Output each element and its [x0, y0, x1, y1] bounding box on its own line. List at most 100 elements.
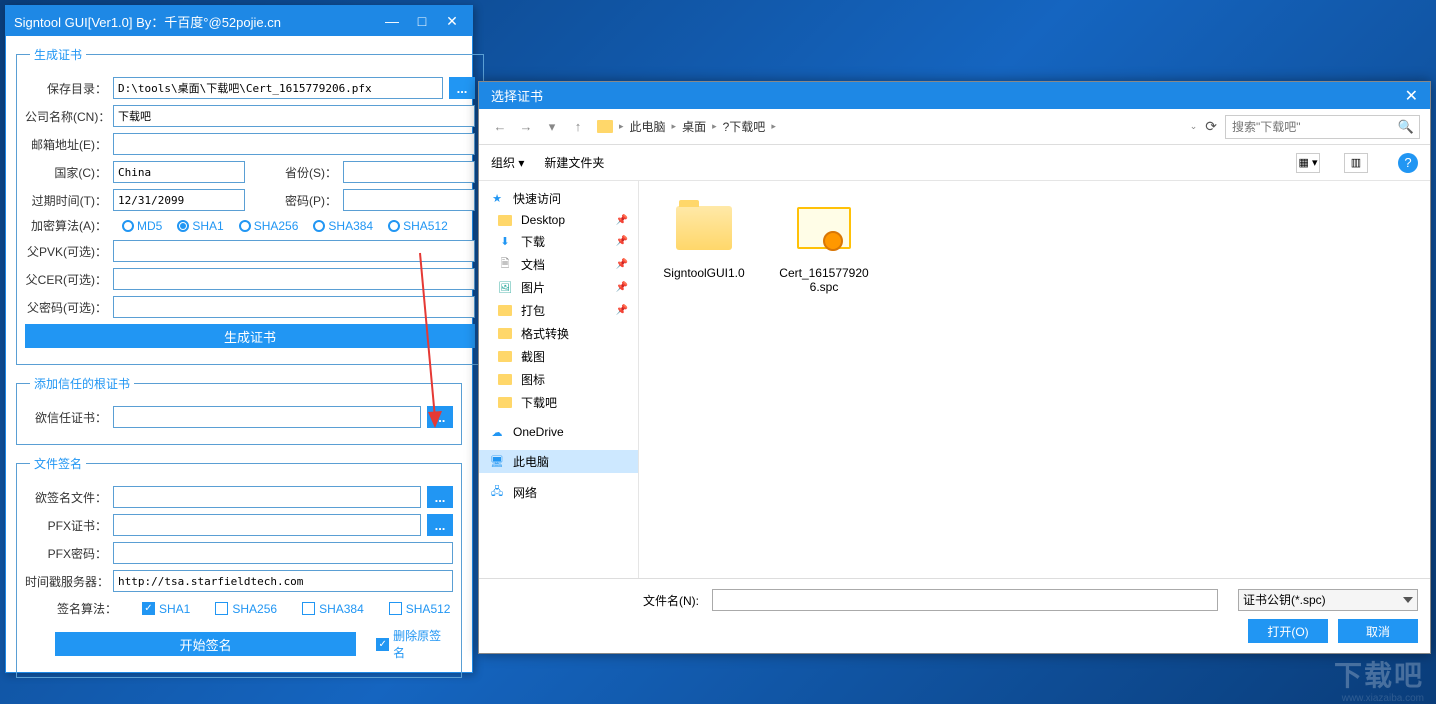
dialog-title-bar[interactable]: 选择证书 ✕ [479, 82, 1430, 109]
algo-radio-sha384[interactable]: SHA384 [313, 219, 373, 233]
filename-input[interactable] [712, 589, 1218, 611]
nav-forward-button[interactable]: → [515, 116, 537, 138]
browse-sign-file-button[interactable]: ... [427, 486, 453, 508]
dialog-close-button[interactable]: ✕ [1405, 86, 1418, 106]
tsa-input[interactable] [113, 570, 453, 592]
new-folder-button[interactable]: 新建文件夹 [544, 154, 604, 171]
section-generate: 生成证书 保存目录： ... 公司名称(CN)： 邮箱地址(E)： 国家(C)：… [16, 46, 484, 365]
open-button[interactable]: 打开(O) [1248, 619, 1328, 643]
save-dir-label: 保存目录： [25, 80, 107, 97]
sidebar-item-screenshot[interactable]: 截图 [479, 345, 638, 368]
section-trust-legend: 添加信任的根证书 [30, 375, 134, 392]
email-label: 邮箱地址(E)： [25, 136, 107, 153]
dialog-title: 选择证书 [491, 86, 1405, 105]
maximize-button[interactable]: □ [410, 13, 434, 30]
start-sign-button[interactable]: 开始签名 [55, 632, 356, 656]
algo-radio-sha512[interactable]: SHA512 [388, 219, 448, 233]
breadcrumb[interactable]: ▸ 此电脑▸ 桌面▸ ?下载吧▸ [597, 118, 1182, 135]
parent-pwd-input[interactable] [113, 296, 475, 318]
file-item-folder[interactable]: SigntoolGUI1.0 [654, 196, 754, 280]
breadcrumb-item[interactable]: 桌面 [682, 118, 706, 135]
sign-file-input[interactable] [113, 486, 421, 508]
algo-radio-md5[interactable]: MD5 [122, 219, 162, 233]
province-input[interactable] [343, 161, 475, 183]
search-input[interactable] [1225, 115, 1420, 139]
filetype-select[interactable]: 证书公钥(*.spc) [1238, 589, 1418, 611]
help-button[interactable]: ? [1398, 153, 1418, 173]
sidebar-item-convert[interactable]: 格式转换 [479, 322, 638, 345]
password-input[interactable] [343, 189, 475, 211]
sign-algo-sha512[interactable]: SHA512 [389, 602, 451, 616]
title-bar[interactable]: Signtool GUI[Ver1.0] By：千百度°@52pojie.cn … [6, 6, 472, 36]
view-details-button[interactable]: ▥ [1344, 153, 1368, 173]
section-sign-legend: 文件签名 [30, 455, 86, 472]
trust-cert-input[interactable] [113, 406, 421, 428]
algo-radio-sha1[interactable]: SHA1 [177, 219, 223, 233]
filename-label: 文件名(N): [629, 592, 704, 609]
file-open-dialog: 选择证书 ✕ ← → ▾ ↑ ▸ 此电脑▸ 桌面▸ ?下载吧▸ ⌄ ⟳ 🔍 组织… [478, 81, 1431, 654]
save-dir-input[interactable] [113, 77, 443, 99]
sidebar-quick-access[interactable]: ★快速访问 [479, 187, 638, 210]
view-icons-button[interactable]: ▦ ▾ [1296, 153, 1320, 173]
sidebar-item-pack[interactable]: 打包📌 [479, 299, 638, 322]
breadcrumb-item[interactable]: ?下载吧 [723, 118, 766, 135]
browse-trust-cert-button[interactable]: ... [427, 406, 453, 428]
browse-pfx-cert-button[interactable]: ... [427, 514, 453, 536]
dialog-toolbar: 组织 ▾ 新建文件夹 ▦ ▾ ▥ ? [479, 145, 1430, 181]
sidebar-item-pictures[interactable]: 🖼图片📌 [479, 276, 638, 299]
country-label: 国家(C)： [25, 164, 107, 181]
cancel-button[interactable]: 取消 [1338, 619, 1418, 643]
close-button[interactable]: ✕ [440, 13, 464, 30]
sidebar-this-pc[interactable]: 🖥此电脑 [479, 450, 638, 473]
algo-radio-sha256[interactable]: SHA256 [239, 219, 299, 233]
refresh-button[interactable]: ⟳ [1205, 118, 1217, 135]
window-title: Signtool GUI[Ver1.0] By：千百度°@52pojie.cn [14, 12, 380, 31]
dialog-file-list[interactable]: SigntoolGUI1.0 Cert_161577920 6.spc [639, 181, 1430, 578]
sign-algo-sha256[interactable]: SHA256 [215, 602, 277, 616]
pfx-pwd-label: PFX密码： [25, 545, 107, 562]
parent-pvk-input[interactable] [113, 240, 475, 262]
signtool-window: Signtool GUI[Ver1.0] By：千百度°@52pojie.cn … [5, 5, 473, 673]
pfx-pwd-input[interactable] [113, 542, 453, 564]
nav-up-button[interactable]: ↑ [567, 116, 589, 138]
delete-original-checkbox[interactable]: ✓删除原签名 [376, 627, 453, 661]
tsa-label: 时间戳服务器： [25, 573, 107, 590]
parent-cer-input[interactable] [113, 268, 475, 290]
sign-algo-sha1[interactable]: ✓SHA1 [142, 602, 190, 616]
company-label: 公司名称(CN)： [25, 108, 107, 125]
country-input[interactable] [113, 161, 245, 183]
pin-icon: 📌 [616, 305, 628, 316]
sidebar-item-documents[interactable]: 🗎文档📌 [479, 253, 638, 276]
pin-icon: 📌 [616, 282, 628, 293]
expire-input[interactable] [113, 189, 245, 211]
breadcrumb-item[interactable]: 此电脑 [630, 118, 666, 135]
organize-menu[interactable]: 组织 ▾ [491, 154, 524, 171]
watermark-url: www.xiazaiba.com [1342, 693, 1424, 704]
generate-button[interactable]: 生成证书 [25, 324, 475, 348]
sidebar-item-desktop[interactable]: Desktop📌 [479, 210, 638, 230]
nav-dropdown-button[interactable]: ▾ [541, 116, 563, 138]
browse-save-dir-button[interactable]: ... [449, 77, 475, 99]
nav-back-button[interactable]: ← [489, 116, 511, 138]
sign-algo-sha384[interactable]: SHA384 [302, 602, 364, 616]
minimize-button[interactable]: — [380, 13, 404, 30]
file-name: SigntoolGUI1.0 [654, 266, 754, 280]
company-input[interactable] [113, 105, 475, 127]
pin-icon: 📌 [616, 215, 628, 226]
email-input[interactable] [113, 133, 475, 155]
breadcrumb-drop-icon[interactable]: ⌄ [1190, 121, 1198, 132]
sidebar-network[interactable]: 🖧网络 [479, 481, 638, 504]
watermark-text: 下载吧 [1334, 654, 1424, 694]
search-icon: 🔍 [1398, 119, 1414, 135]
pfx-cert-input[interactable] [113, 514, 421, 536]
sidebar-item-downloads[interactable]: ⬇下载📌 [479, 230, 638, 253]
sidebar-item-icons[interactable]: 图标 [479, 368, 638, 391]
sidebar-onedrive[interactable]: ☁OneDrive [479, 422, 638, 442]
folder-icon [676, 206, 732, 250]
dialog-nav-bar: ← → ▾ ↑ ▸ 此电脑▸ 桌面▸ ?下载吧▸ ⌄ ⟳ 🔍 [479, 109, 1430, 145]
sidebar-item-xiazaiba[interactable]: 下载吧 [479, 391, 638, 414]
certificate-icon [797, 207, 851, 249]
file-item-cert[interactable]: Cert_161577920 6.spc [774, 196, 874, 294]
algo-label: 加密算法(A)： [25, 217, 107, 234]
sign-algo-label: 签名算法： [45, 600, 117, 617]
